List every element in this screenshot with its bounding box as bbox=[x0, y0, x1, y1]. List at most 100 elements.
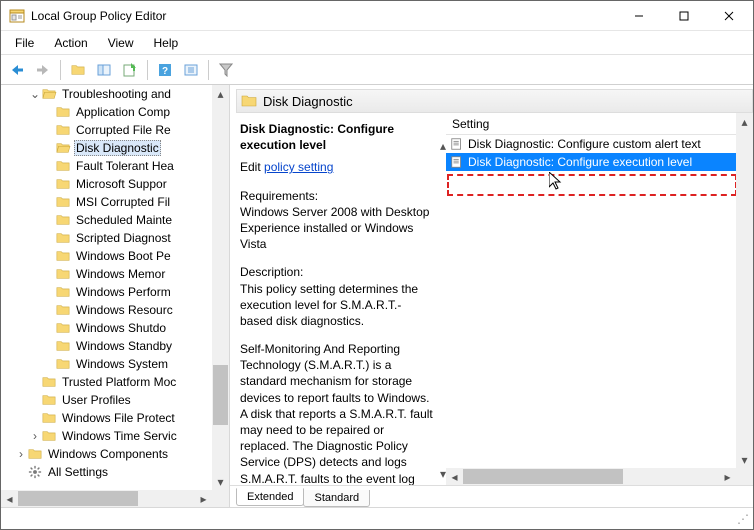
folder-icon bbox=[55, 249, 71, 263]
list-item[interactable]: Disk Diagnostic: Configure custom alert … bbox=[446, 135, 736, 153]
scroll-thumb[interactable] bbox=[18, 491, 138, 506]
tree-item[interactable]: Trusted Platform Moc bbox=[29, 373, 212, 391]
tree-node-all-settings[interactable]: All Settings bbox=[15, 463, 212, 481]
app-window: Local Group Policy Editor File Action Vi… bbox=[0, 0, 754, 530]
scroll-right-icon[interactable]: ▸ bbox=[195, 490, 212, 507]
folder-icon bbox=[55, 123, 71, 137]
tree-item[interactable]: Scheduled Mainte bbox=[43, 211, 212, 229]
folder-icon bbox=[55, 357, 71, 371]
tree-scrollbar-horizontal[interactable]: ◂ ▸ bbox=[1, 490, 212, 507]
folder-icon bbox=[55, 303, 71, 317]
menu-help[interactable]: Help bbox=[146, 34, 187, 52]
tab-standard[interactable]: Standard bbox=[303, 490, 370, 507]
scroll-left-icon[interactable]: ◂ bbox=[446, 468, 463, 485]
scroll-thumb[interactable] bbox=[463, 469, 623, 484]
settings-list: Setting Disk Diagnostic: Configure custo… bbox=[446, 113, 753, 485]
titlebar: Local Group Policy Editor bbox=[1, 1, 753, 31]
right-pane: Disk Diagnostic Disk Diagnostic: Configu… bbox=[230, 85, 753, 507]
tree-item[interactable]: Corrupted File Re bbox=[43, 121, 212, 139]
scroll-corner bbox=[212, 490, 229, 507]
tree-item[interactable]: Windows System bbox=[43, 355, 212, 373]
edit-policy-link[interactable]: policy setting bbox=[264, 160, 333, 174]
menu-action[interactable]: Action bbox=[46, 34, 95, 52]
list-scrollbar-horizontal[interactable]: ◂ ▸ bbox=[446, 468, 736, 485]
maximize-button[interactable] bbox=[661, 2, 706, 30]
scroll-up-icon[interactable]: ▴ bbox=[212, 85, 229, 102]
scroll-down-icon[interactable]: ▾ bbox=[736, 451, 753, 468]
column-header-setting[interactable]: Setting bbox=[446, 113, 753, 135]
tree-item[interactable]: Scripted Diagnost bbox=[43, 229, 212, 247]
view-tabs: Extended Standard bbox=[230, 485, 753, 507]
chevron-right-icon[interactable]: › bbox=[29, 429, 41, 443]
export-button[interactable] bbox=[118, 58, 142, 82]
properties-button[interactable] bbox=[92, 58, 116, 82]
folder-icon bbox=[55, 195, 71, 209]
help-button[interactable]: ? bbox=[153, 58, 177, 82]
folder-icon bbox=[55, 159, 71, 173]
folder-icon bbox=[27, 447, 43, 461]
chevron-right-icon[interactable]: › bbox=[15, 447, 27, 461]
resize-grip-icon[interactable]: ⋰ bbox=[737, 512, 753, 526]
tree-node-windows-components[interactable]: › Windows Components bbox=[15, 445, 212, 463]
scroll-thumb[interactable] bbox=[213, 365, 228, 425]
description-label: Description: bbox=[240, 264, 434, 280]
scroll-left-icon[interactable]: ◂ bbox=[1, 490, 18, 507]
tree-scrollbar-vertical[interactable]: ▴ ▾ bbox=[212, 85, 229, 490]
menu-view[interactable]: View bbox=[100, 34, 142, 52]
svg-text:?: ? bbox=[162, 66, 168, 77]
tree-item[interactable]: Windows Shutdo bbox=[43, 319, 212, 337]
annotation-highlight bbox=[447, 174, 736, 196]
content-header: Disk Diagnostic bbox=[236, 89, 753, 113]
description-text-2: Self-Monitoring And Reporting Technology… bbox=[240, 341, 434, 485]
folder-icon bbox=[55, 285, 71, 299]
forward-button[interactable] bbox=[31, 58, 55, 82]
menu-file[interactable]: File bbox=[7, 34, 42, 52]
folder-icon bbox=[241, 93, 257, 109]
show-hide-tree-button[interactable] bbox=[66, 58, 90, 82]
tree-item[interactable]: Windows File Protect bbox=[29, 409, 212, 427]
toolbar-separator bbox=[208, 60, 209, 80]
tree-item[interactable]: › Windows Time Servic bbox=[29, 427, 212, 445]
scroll-right-icon[interactable]: ▸ bbox=[719, 468, 736, 485]
content-title: Disk Diagnostic bbox=[263, 94, 353, 109]
folder-icon bbox=[55, 339, 71, 353]
tree-item[interactable]: Windows Standby bbox=[43, 337, 212, 355]
filter-button[interactable] bbox=[214, 58, 238, 82]
list-scrollbar-vertical[interactable]: ▴ ▾ bbox=[736, 113, 753, 468]
tree-item[interactable]: Windows Memor bbox=[43, 265, 212, 283]
scroll-down-icon[interactable]: ▾ bbox=[212, 473, 229, 490]
tree-node-troubleshooting[interactable]: ⌄ Troubleshooting and bbox=[29, 85, 212, 103]
chevron-down-icon[interactable]: ⌄ bbox=[29, 87, 41, 101]
scroll-up-icon[interactable]: ▴ bbox=[736, 113, 753, 130]
folder-icon bbox=[55, 105, 71, 119]
folder-icon bbox=[55, 321, 71, 335]
tree-item[interactable]: Windows Perform bbox=[43, 283, 212, 301]
close-button[interactable] bbox=[706, 2, 751, 30]
back-button[interactable] bbox=[5, 58, 29, 82]
tree[interactable]: ⌄ Troubleshooting and Application Comp C… bbox=[1, 85, 212, 490]
tree-item[interactable]: Application Comp bbox=[43, 103, 212, 121]
tree-item[interactable]: MSI Corrupted Fil bbox=[43, 193, 212, 211]
tree-pane: ⌄ Troubleshooting and Application Comp C… bbox=[1, 85, 230, 507]
description-text: This policy setting determines the execu… bbox=[240, 281, 434, 330]
tree-item[interactable]: Microsoft Suppor bbox=[43, 175, 212, 193]
folder-open-icon bbox=[41, 87, 57, 101]
tree-item[interactable]: Windows Resourc bbox=[43, 301, 212, 319]
list-item-selected[interactable]: Disk Diagnostic: Configure execution lev… bbox=[446, 153, 736, 171]
tree-item[interactable]: Disk Diagnostic bbox=[43, 139, 212, 157]
tree-item[interactable]: Windows Boot Pe bbox=[43, 247, 212, 265]
minimize-button[interactable] bbox=[616, 2, 661, 30]
folder-open-icon bbox=[55, 141, 71, 155]
requirements-label: Requirements: bbox=[240, 188, 434, 204]
tree-item[interactable]: User Profiles bbox=[29, 391, 212, 409]
folder-icon bbox=[41, 375, 57, 389]
app-icon bbox=[9, 8, 25, 24]
tab-extended[interactable]: Extended bbox=[236, 488, 304, 506]
tree-item[interactable]: Fault Tolerant Hea bbox=[43, 157, 212, 175]
folder-icon bbox=[55, 177, 71, 191]
folder-icon bbox=[55, 231, 71, 245]
refresh-button[interactable] bbox=[179, 58, 203, 82]
folder-icon bbox=[55, 267, 71, 281]
policy-icon bbox=[450, 137, 464, 151]
toolbar-separator bbox=[60, 60, 61, 80]
